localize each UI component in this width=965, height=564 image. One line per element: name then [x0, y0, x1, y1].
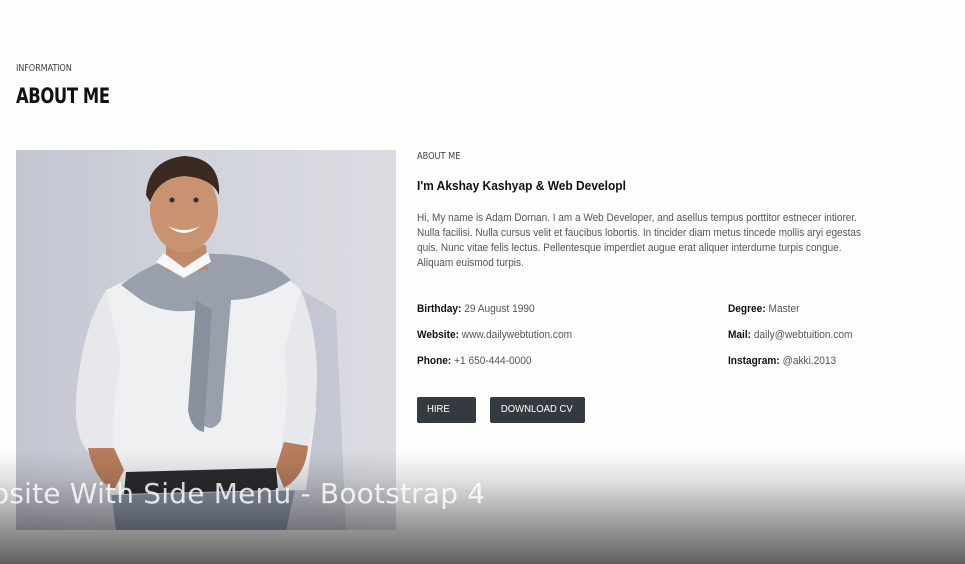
hire-me-label: HIRE ME	[427, 404, 450, 441]
info-phone: Phone: +1 650-444-0000	[417, 355, 531, 367]
about-headline: I'm Akshay Kashyap & Web Developl	[417, 178, 626, 193]
about-label: ABOUT ME	[417, 151, 461, 162]
phone-value: +1 650-444-0000	[454, 355, 532, 367]
mail-value[interactable]: daily@webtuition.com	[754, 329, 853, 341]
about-bio: Hi, My name is Adam Dornan. I am a Web D…	[417, 212, 861, 269]
birthday-label: Birthday:	[417, 303, 462, 315]
info-degree: Degree: Master	[728, 303, 799, 315]
degree-label: Degree:	[728, 303, 766, 315]
degree-value: Master	[768, 303, 800, 315]
info-website: Website: www.dailywebtution.com	[417, 329, 572, 341]
video-caption-text: osite With Side Menu - Bootstrap 4	[0, 477, 486, 510]
website-label: Website:	[417, 329, 459, 341]
instagram-label: Instagram:	[728, 355, 780, 367]
website-value[interactable]: www.dailywebtution.com	[462, 329, 572, 341]
download-cv-button[interactable]: DOWNLOAD CV	[490, 397, 585, 423]
info-birthday: Birthday: 29 August 1990	[417, 303, 535, 315]
hire-me-button[interactable]: HIRE ME	[417, 397, 476, 441]
download-cv-label: DOWNLOAD CV	[500, 404, 573, 415]
section-subtitle: INFORMATION	[16, 63, 72, 74]
mail-label: Mail:	[728, 329, 752, 341]
info-mail: Mail: daily@webtuition.com	[728, 329, 852, 341]
birthday-value: 29 August 1990	[464, 303, 535, 315]
info-instagram: Instagram: @akki.2013	[728, 355, 836, 367]
instagram-value[interactable]: @akki.2013	[783, 355, 837, 367]
section-title: ABOUT ME	[16, 84, 110, 108]
phone-label: Phone:	[417, 355, 452, 367]
